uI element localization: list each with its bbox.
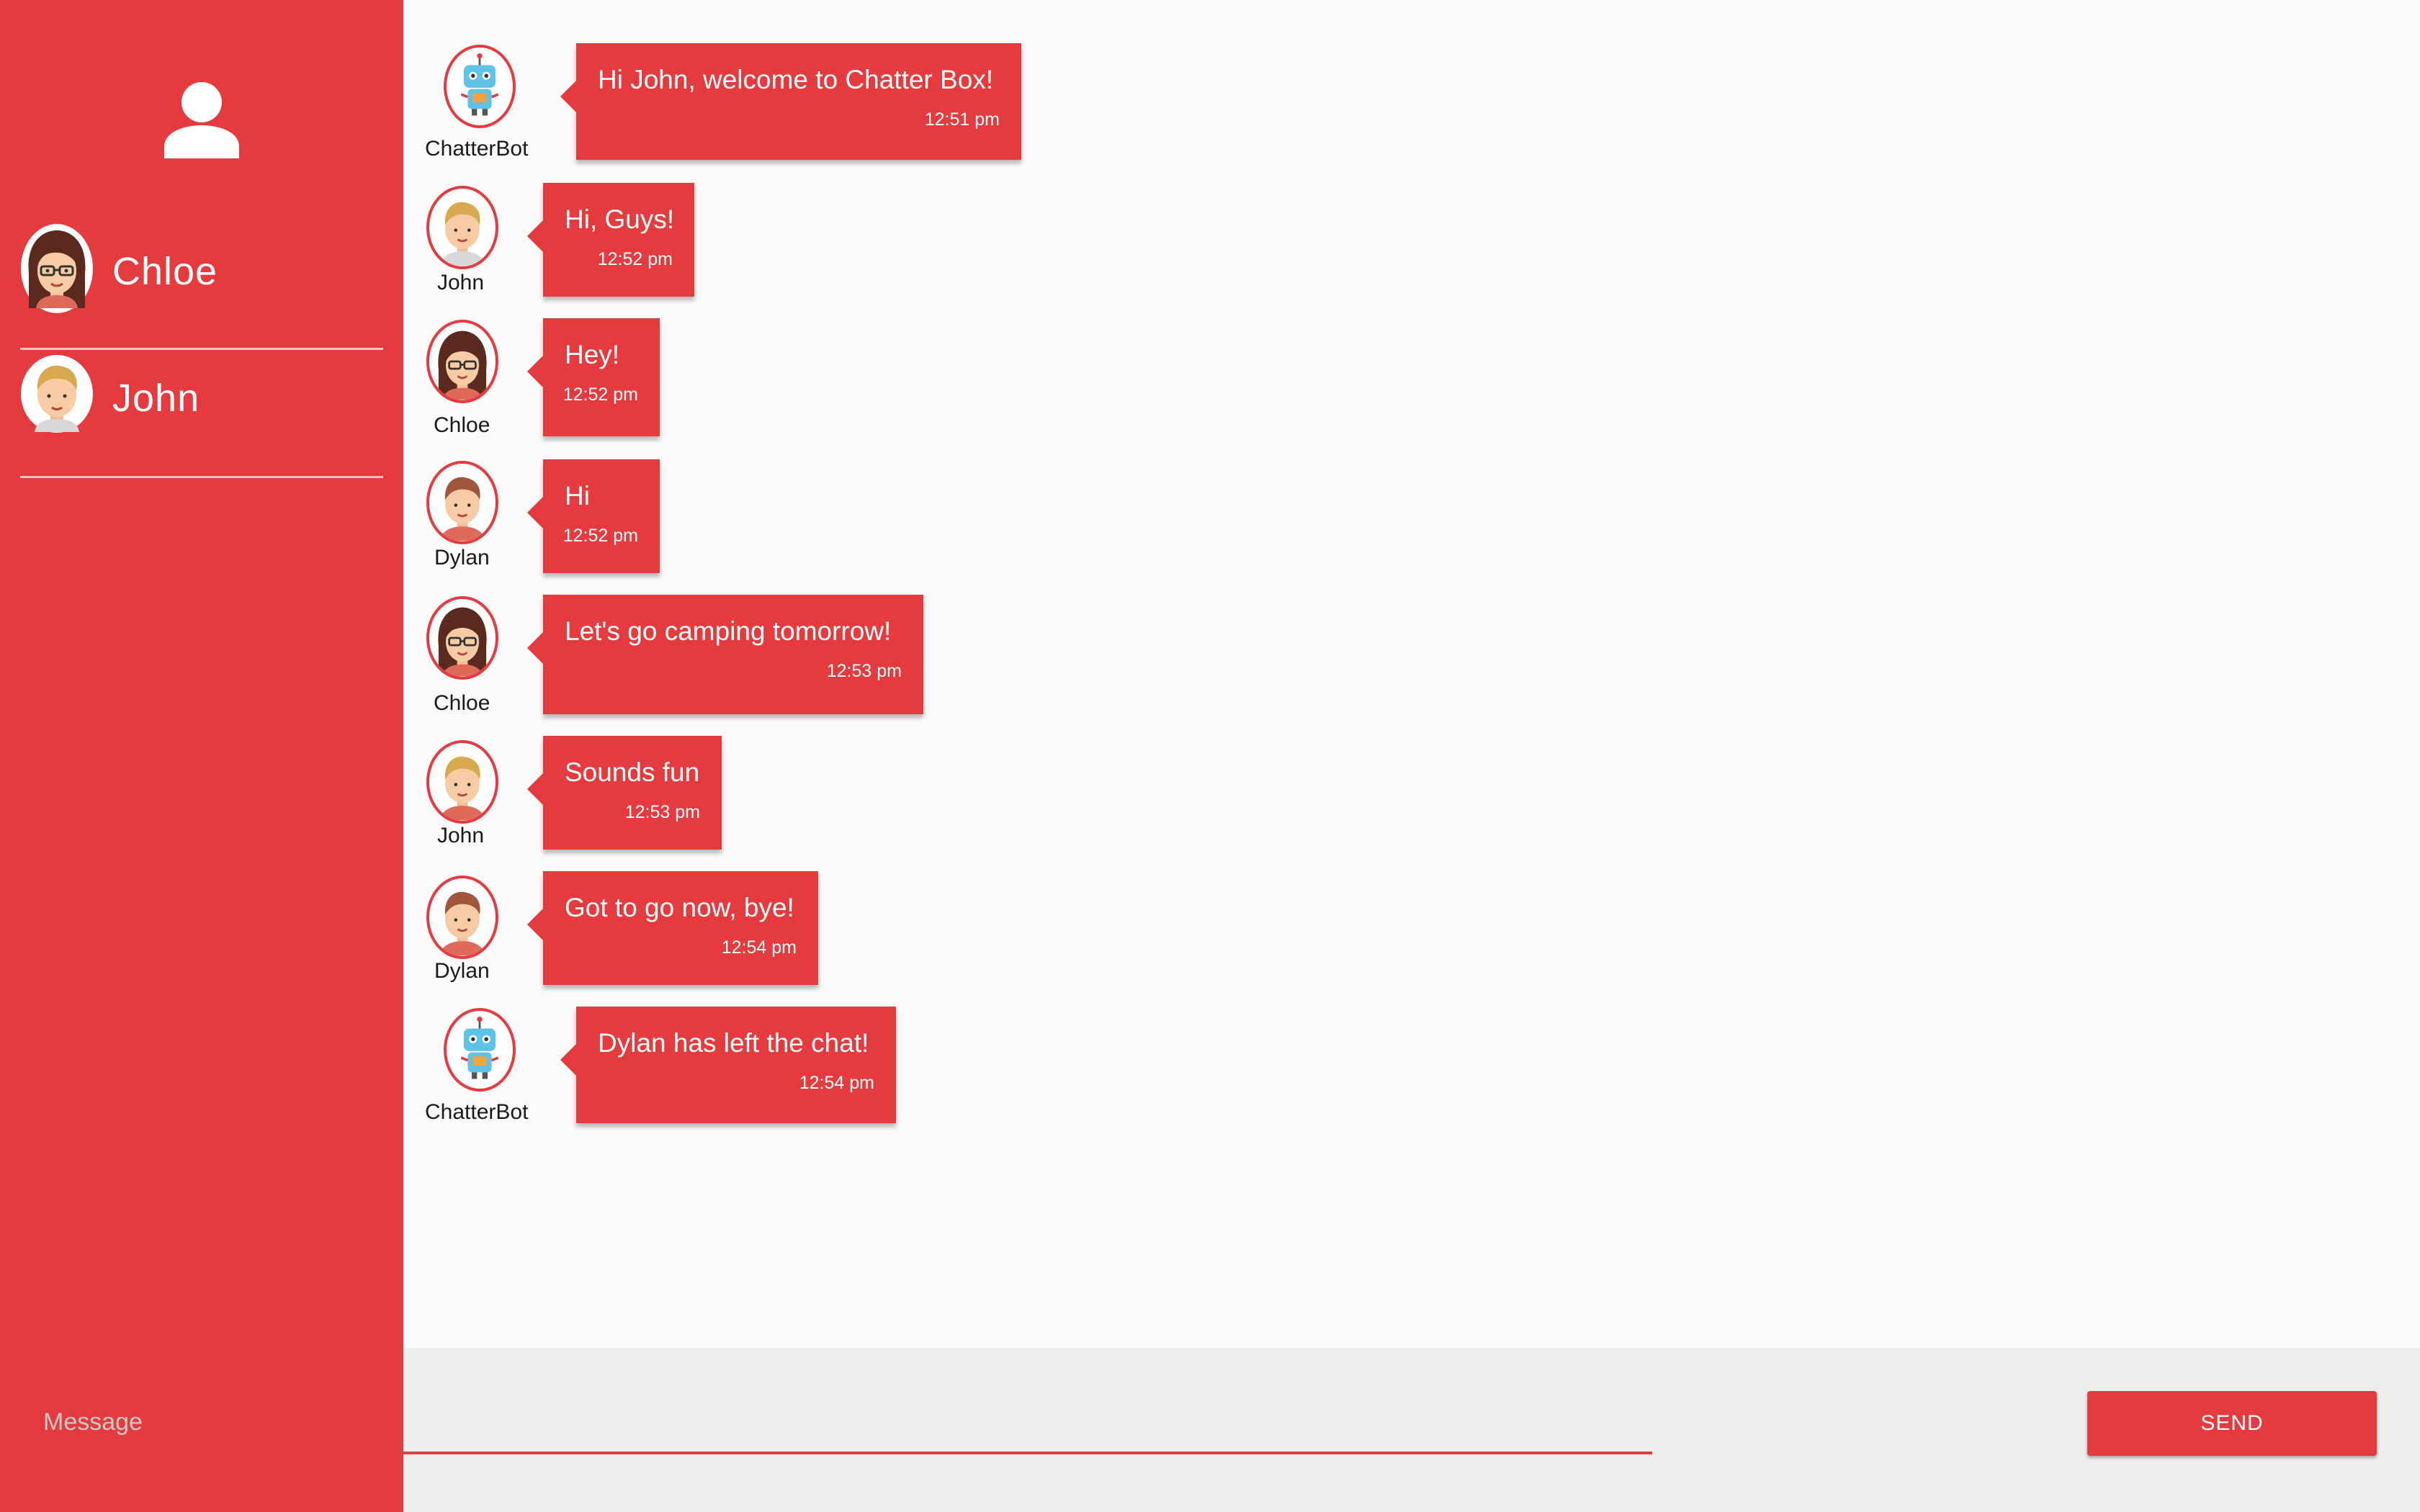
blond-man-avatar-icon [21, 355, 93, 433]
message-time: 12:52 pm [597, 249, 673, 269]
message-bubble: Let's go camping tomorrow! 12:53 pm [527, 595, 923, 714]
message-bubble: Sounds fun 12:53 pm [527, 736, 722, 850]
sender-name: ChatterBot [425, 1100, 529, 1124]
message-bubble: Dylan has left the chat! 12:54 pm [560, 1007, 896, 1123]
message-text: Hey! [565, 340, 620, 369]
sender-name: Chloe [434, 413, 490, 437]
send-button[interactable]: SEND [2087, 1391, 2377, 1456]
message-time: 12:52 pm [563, 384, 638, 405]
online-users-list: Chloe John [20, 216, 383, 478]
chat-app: Chloe John ChatterBot Hi John, welcome t… [0, 0, 2420, 1512]
avatar [444, 1008, 516, 1092]
brown-hair-man-avatar-icon [439, 477, 485, 541]
avatar [20, 354, 94, 433]
message-text: Let's go camping tomorrow! [565, 616, 892, 646]
message-list: ChatterBot Hi John, welcome to Chatter B… [403, 0, 2420, 1348]
message-bubble: Hi 12:52 pm [527, 459, 660, 573]
message-time: 12:53 pm [826, 661, 902, 681]
sender-name: ChatterBot [425, 137, 529, 161]
sender-name: John [437, 271, 485, 294]
sender-name: John [437, 824, 485, 847]
sender-name: Chloe [434, 691, 490, 715]
user-name: Chloe [112, 250, 218, 293]
message-bubble: Hi, Guys! 12:52 pm [527, 183, 694, 297]
blond-man-avatar-icon [439, 756, 485, 821]
user-item-chloe[interactable]: Chloe [20, 216, 383, 350]
avatar [426, 876, 498, 959]
woman-glasses-avatar-icon [21, 224, 93, 313]
woman-glasses-avatar-icon [438, 330, 487, 400]
sender-name: Dylan [434, 546, 490, 570]
message-bubble: Hey! 12:52 pm [527, 318, 660, 436]
message-text: Sounds fun [565, 757, 700, 787]
message-input[interactable] [43, 1397, 1652, 1454]
message-time: 12:53 pm [624, 802, 700, 822]
message-text: Hi, Guys! [565, 204, 675, 234]
sidebar: Chloe John [0, 0, 403, 1512]
avatar [426, 596, 498, 680]
sender-name: Dylan [434, 959, 490, 983]
brown-hair-man-avatar-icon [439, 891, 485, 956]
message-text: Dylan has left the chat! [598, 1028, 869, 1058]
user-item-john[interactable]: John [20, 350, 383, 478]
message-bubble: Hi John, welcome to Chatter Box! 12:51 p… [560, 43, 1021, 160]
message-bubble: Got to go now, bye! 12:54 pm [527, 871, 818, 985]
message-text: Hi [565, 481, 590, 510]
avatar [20, 223, 94, 314]
person-icon [164, 82, 239, 158]
woman-glasses-avatar-icon [438, 607, 487, 677]
message-time: 12:51 pm [924, 109, 1000, 130]
blond-man-avatar-icon [439, 202, 485, 266]
message-time: 12:52 pm [563, 526, 638, 546]
avatar [426, 320, 498, 403]
message-time: 12:54 pm [721, 937, 797, 958]
message-time: 12:54 pm [799, 1073, 874, 1093]
robot-avatar-icon [460, 1017, 499, 1079]
robot-avatar-icon [460, 53, 499, 116]
message-text: Got to go now, bye! [565, 893, 794, 922]
message-text: Hi John, welcome to Chatter Box! [598, 65, 994, 94]
user-name: John [112, 377, 200, 420]
avatar [426, 461, 498, 544]
avatar [444, 45, 516, 128]
avatar [426, 186, 498, 269]
avatar [426, 740, 498, 824]
